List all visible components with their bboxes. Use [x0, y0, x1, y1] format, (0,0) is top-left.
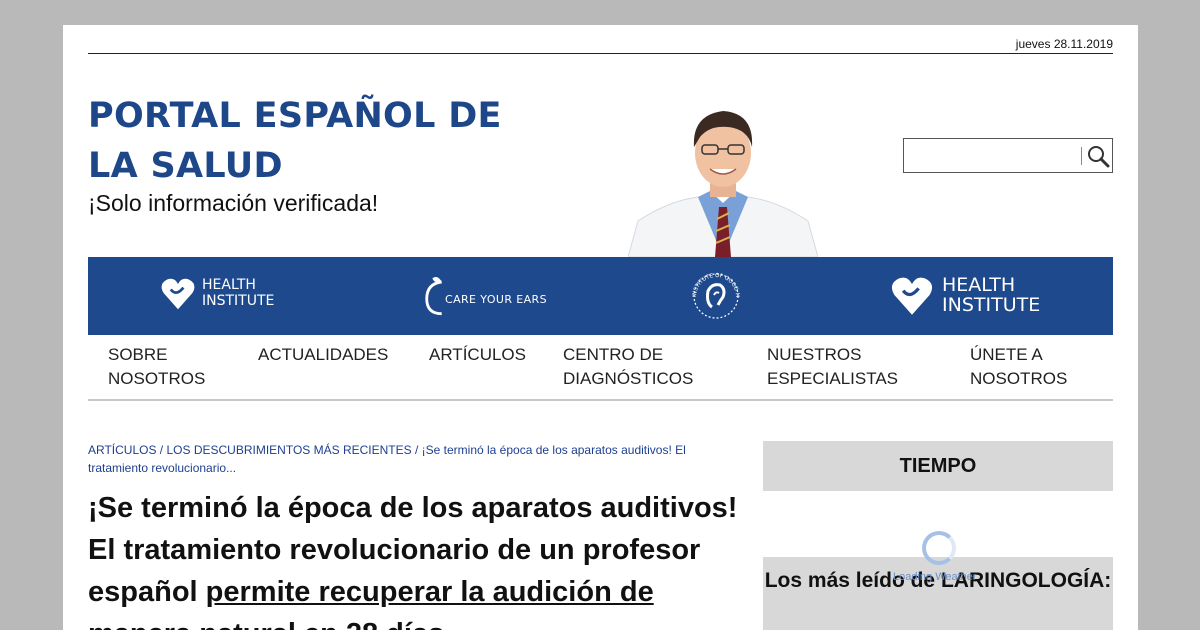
- breadcrumb-separator: /: [411, 443, 422, 457]
- nav-actualidades[interactable]: ACTUALIDADES: [258, 343, 398, 367]
- search-box[interactable]: [903, 138, 1113, 173]
- main-nav: SOBRE NOSOTROS ACTUALIDADES ARTÍCULOS CE…: [88, 343, 1113, 401]
- most-read-box: Los más leído de LARINGOLOGÍA:: [763, 557, 1113, 630]
- article-headline: ¡Se terminó la época de los aparatos aud…: [88, 487, 738, 630]
- site-tagline: ¡Solo información verificada!: [88, 190, 379, 216]
- institute-good-hearing-logo[interactable]: INSTITUTE OF GOOD HEARING: [686, 271, 746, 321]
- search-icon[interactable]: [1086, 144, 1110, 168]
- breadcrumb: ARTÍCULOS / LOS DESCUBRIMIENTOS MÁS RECI…: [88, 441, 718, 477]
- top-bar: jueves 28.11.2019: [88, 37, 1113, 54]
- current-date: jueves 28.11.2019: [1015, 37, 1113, 51]
- partner-banner: HEALTH INSTITUTE CARE YOUR EARS INSTITUT…: [88, 257, 1113, 335]
- weather-loading-text: Loading Weather: [893, 571, 977, 583]
- loading-spinner-icon: [922, 531, 956, 565]
- breadcrumb-link-descubrimientos[interactable]: LOS DESCUBRIMIENTOS MÁS RECIENTES: [166, 443, 411, 457]
- breadcrumb-link-articulos[interactable]: ARTÍCULOS: [88, 443, 156, 457]
- heart-hand-icon: [161, 278, 195, 310]
- doctor-image: [628, 111, 818, 257]
- heart-hand-icon-large: [891, 277, 933, 315]
- search-divider: [1081, 147, 1082, 165]
- nav-articulos[interactable]: ARTÍCULOS: [429, 343, 539, 367]
- health-institute-line1: HEALTH: [202, 277, 256, 293]
- search-input[interactable]: [908, 143, 1080, 168]
- nav-unete[interactable]: ÚNETE A NOSOTROS: [970, 343, 1080, 391]
- breadcrumb-separator: /: [156, 443, 167, 457]
- health-institute-logo-large[interactable]: HEALTH INSTITUTE: [890, 271, 1050, 321]
- health-institute-large-line1: HEALTH: [942, 274, 1016, 296]
- nav-sobre-nosotros[interactable]: SOBRE NOSOTROS: [108, 343, 218, 391]
- ear-seal-icon: INSTITUTE OF GOOD HEARING: [686, 271, 740, 319]
- nav-centro-diagnosticos[interactable]: CENTRO DE DIAGNÓSTICOS: [563, 343, 713, 391]
- care-your-ears-logo[interactable]: CARE YOUR EARS: [423, 271, 553, 321]
- health-institute-large-line2: INSTITUTE: [942, 294, 1041, 316]
- nav-nuestros-especialistas[interactable]: NUESTROS ESPECIALISTAS: [767, 343, 917, 391]
- care-your-ears-text: CARE YOUR EARS: [445, 293, 547, 306]
- site-title[interactable]: PORTAL ESPAÑOL DE LA SALUD: [88, 91, 558, 191]
- health-institute-line2: INSTITUTE: [202, 293, 275, 309]
- page-container: jueves 28.11.2019 PORTAL ESPAÑOL DE LA S…: [63, 25, 1138, 630]
- health-institute-logo[interactable]: HEALTH INSTITUTE: [160, 271, 290, 321]
- weather-widget-title: TIEMPO: [763, 441, 1113, 491]
